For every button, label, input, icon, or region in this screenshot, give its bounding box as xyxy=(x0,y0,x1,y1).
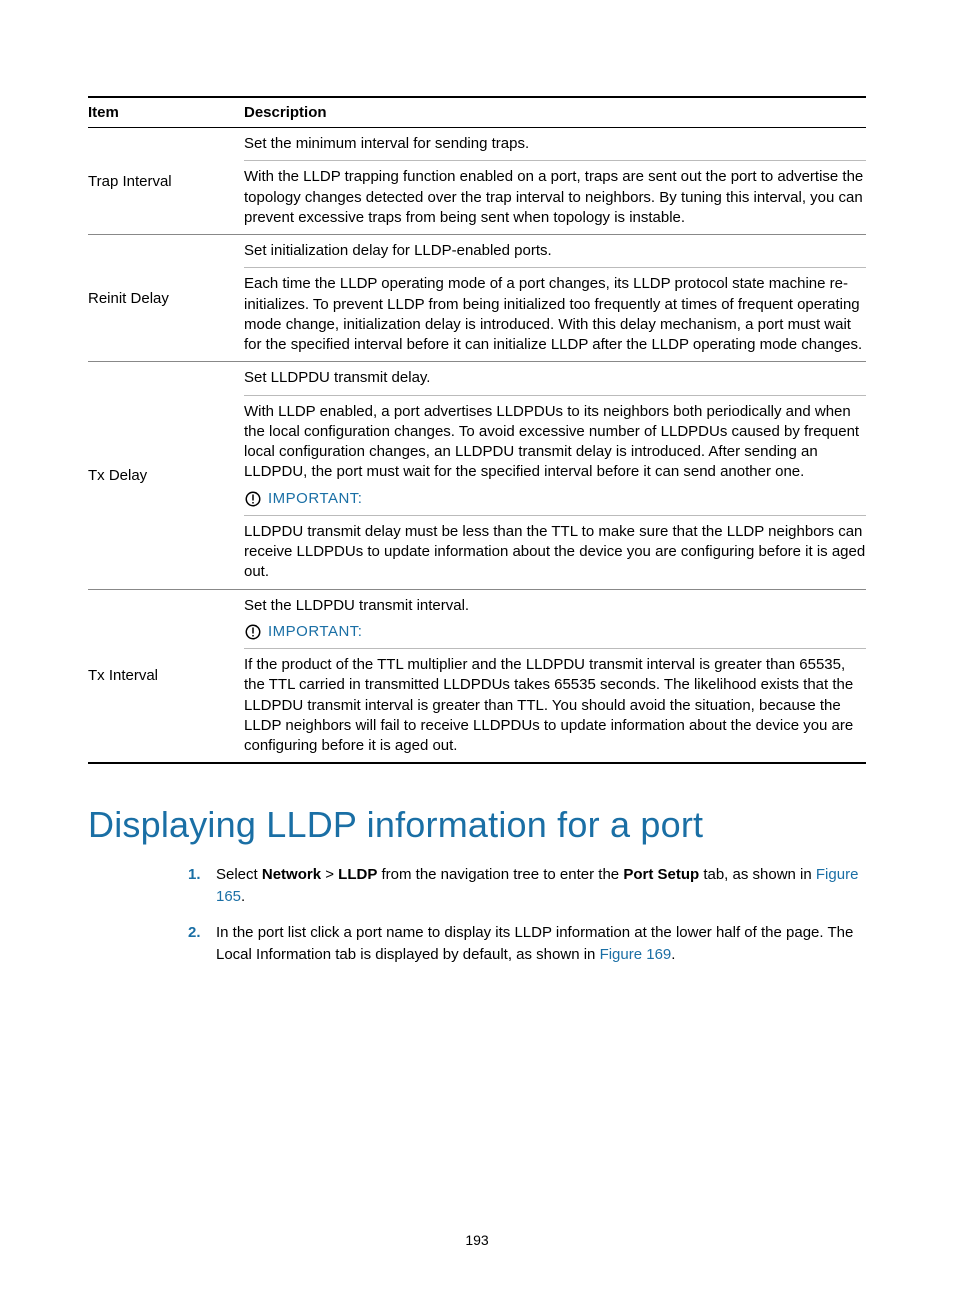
step-bold: Network xyxy=(262,866,321,883)
item-cell: Reinit Delay xyxy=(88,235,244,362)
step-item: In the port list click a port name to di… xyxy=(188,922,866,980)
important-icon xyxy=(244,623,262,641)
lldp-settings-table: Item Description Trap IntervalSet the mi… xyxy=(88,96,866,764)
description-block: If the product of the TTL multiplier and… xyxy=(244,649,866,763)
description-text: With LLDP enabled, a port advertises LLD… xyxy=(244,402,866,483)
step-text: tab, as shown in xyxy=(699,866,816,883)
step-text: > xyxy=(321,866,338,883)
step-bold: LLDP xyxy=(338,866,377,883)
description-block: Set the LLDPDU transmit interval. IMPORTA… xyxy=(244,590,866,649)
description-block: Set initialization delay for LLDP-enable… xyxy=(244,235,866,268)
description-text: With the LLDP trapping function enabled … xyxy=(244,167,866,228)
step-text: Select xyxy=(216,866,262,883)
step-bold: Port Setup xyxy=(623,866,699,883)
description-text: Each time the LLDP operating mode of a p… xyxy=(244,274,866,355)
item-cell: Tx Interval xyxy=(88,589,244,763)
step-text: In the port list click a port name to di… xyxy=(216,924,853,963)
table-header-item: Item xyxy=(88,97,244,128)
description-block: Set LLDPDU transmit delay. xyxy=(244,362,866,395)
table-row: Reinit DelaySet initialization delay for… xyxy=(88,235,866,362)
description-text: Set the minimum interval for sending tra… xyxy=(244,134,866,154)
description-text: If the product of the TTL multiplier and… xyxy=(244,655,866,756)
table-header-description: Description xyxy=(244,97,866,128)
description-cell: Set LLDPDU transmit delay. With LLDP enab… xyxy=(244,362,866,589)
description-block: Set the minimum interval for sending tra… xyxy=(244,128,866,161)
description-text: Set initialization delay for LLDP-enable… xyxy=(244,241,866,261)
description-text: LLDPDU transmit delay must be less than … xyxy=(244,522,866,583)
steps-list: Select Network > LLDP from the navigatio… xyxy=(188,864,866,979)
step-item: Select Network > LLDP from the navigatio… xyxy=(188,864,866,922)
description-cell: Set initialization delay for LLDP-enable… xyxy=(244,235,866,362)
description-cell: Set the LLDPDU transmit interval. IMPORTA… xyxy=(244,589,866,763)
description-block: With the LLDP trapping function enabled … xyxy=(244,161,866,234)
description-text: Set the LLDPDU transmit interval. xyxy=(244,596,866,616)
item-cell: Trap Interval xyxy=(88,128,244,235)
step-text: . xyxy=(671,946,675,963)
description-cell: Set the minimum interval for sending tra… xyxy=(244,128,866,235)
page-number: 193 xyxy=(0,1232,954,1248)
description-block: LLDPDU transmit delay must be less than … xyxy=(244,515,866,588)
figure-link[interactable]: Figure 169 xyxy=(600,946,672,963)
item-cell: Tx Delay xyxy=(88,362,244,589)
important-label: IMPORTANT: xyxy=(268,489,362,509)
table-row: Tx DelaySet LLDPDU transmit delay. With L… xyxy=(88,362,866,589)
step-text: . xyxy=(241,888,245,905)
description-text: Set LLDPDU transmit delay. xyxy=(244,368,866,388)
section-heading: Displaying LLDP information for a port xyxy=(88,804,866,846)
important-icon xyxy=(244,490,262,508)
table-row: Tx IntervalSet the LLDPDU transmit inter… xyxy=(88,589,866,763)
description-block: With LLDP enabled, a port advertises LLD… xyxy=(244,395,866,515)
important-label: IMPORTANT: xyxy=(268,622,362,642)
table-row: Trap IntervalSet the minimum interval fo… xyxy=(88,128,866,235)
description-block: Each time the LLDP operating mode of a p… xyxy=(244,268,866,362)
step-text: from the navigation tree to enter the xyxy=(377,866,623,883)
